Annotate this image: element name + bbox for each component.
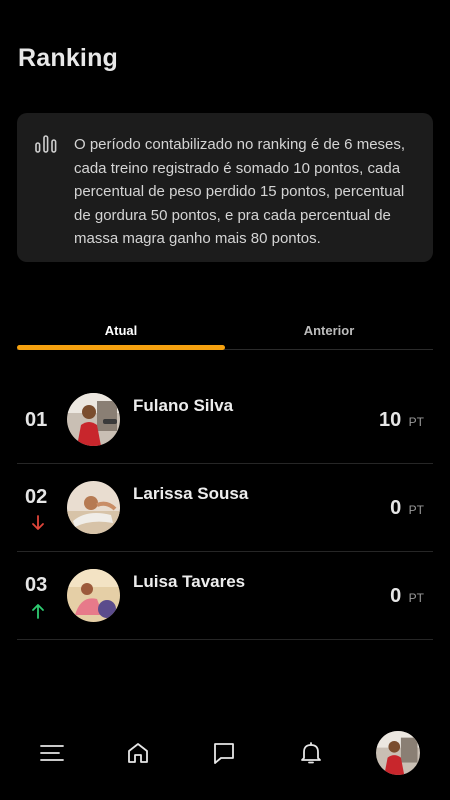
ranking-screen: Ranking O período contabilizado no ranki… <box>0 0 450 800</box>
menu-icon <box>40 745 64 761</box>
points: 0 PT <box>390 497 424 520</box>
bell-icon <box>301 742 321 764</box>
rank-position: 02 <box>25 486 48 508</box>
chat-icon <box>214 743 234 764</box>
points: 0 PT <box>390 585 424 608</box>
rank-position: 03 <box>25 574 48 596</box>
ranking-list: 01 Fulano Silva 10 PT 02 Larissa Sousa 0… <box>17 376 433 640</box>
tab-anterior[interactable]: Anterior <box>225 323 433 338</box>
bottom-navigation <box>0 725 450 800</box>
athlete-name: Larissa Sousa <box>133 484 249 503</box>
info-card: O período contabilizado no ranking é de … <box>17 113 433 262</box>
points-unit: PT <box>408 591 424 605</box>
tab-atual[interactable]: Atual <box>17 323 225 338</box>
ranking-row[interactable]: 02 Larissa Sousa 0 PT <box>17 464 433 552</box>
menu-button[interactable] <box>34 735 70 771</box>
points-unit: PT <box>408 503 424 517</box>
home-button[interactable] <box>120 735 156 771</box>
ranking-rules-text: O período contabilizado no ranking é de … <box>74 136 406 247</box>
avatar <box>67 481 120 534</box>
athlete-name: Fulano Silva <box>133 396 234 415</box>
profile-avatar[interactable] <box>376 731 420 775</box>
home-icon <box>128 743 148 763</box>
page-title: Ranking <box>18 44 119 72</box>
points-unit: PT <box>408 415 424 429</box>
points-value: 10 <box>378 409 402 431</box>
rank-position: 01 <box>25 409 48 431</box>
ranking-tabs: Atual Anterior <box>17 318 433 352</box>
avatar <box>67 569 120 622</box>
arrow-up-icon <box>32 604 44 619</box>
points: 10 PT <box>379 409 424 432</box>
active-tab-indicator <box>17 345 225 350</box>
ranking-row[interactable]: 03 Luisa Tavares 0 PT <box>17 552 433 640</box>
points-value: 0 <box>390 585 402 607</box>
ranking-row[interactable]: 01 Fulano Silva 10 PT <box>17 376 433 464</box>
athlete-name: Luisa Tavares <box>133 572 246 591</box>
avatar <box>67 393 120 446</box>
notifications-button[interactable] <box>293 735 329 771</box>
points-value: 0 <box>390 497 402 519</box>
bar-chart-icon <box>35 135 57 153</box>
chat-button[interactable] <box>206 735 242 771</box>
arrow-down-icon <box>32 515 44 530</box>
